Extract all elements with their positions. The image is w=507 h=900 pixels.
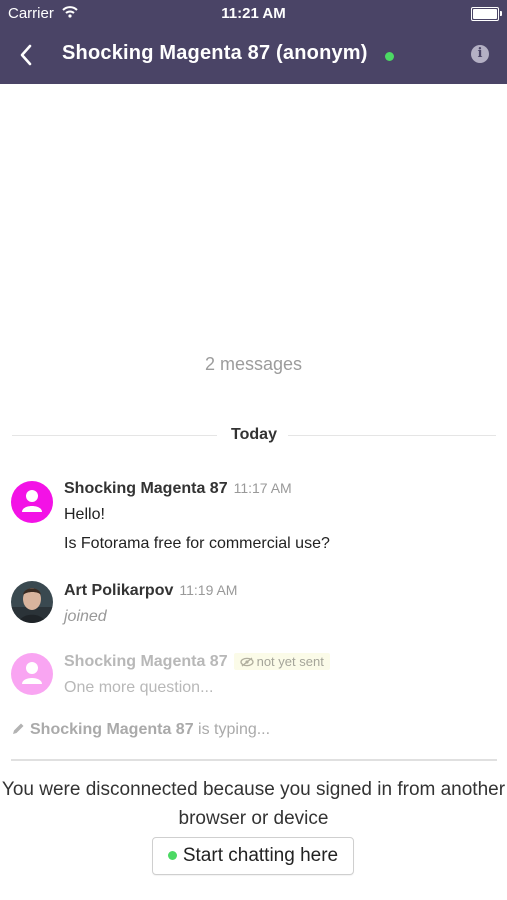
message-author-name: Art Polikarpov: [64, 582, 174, 599]
eye-slash-icon: [239, 657, 254, 667]
user-photo-icon: [11, 581, 53, 623]
online-dot-icon: [167, 851, 177, 860]
online-status-dot: [385, 52, 394, 61]
status-bar: Carrier 11:21 AM: [0, 0, 507, 28]
message-author: Shocking Magenta 87 not yet sent: [64, 653, 330, 671]
message-text: joined: [64, 608, 107, 625]
messages-count: 2 messages: [204, 354, 303, 374]
message-text: Is Fotorama free for commercial use?: [64, 535, 330, 552]
pending-badge: not yet sent: [233, 653, 330, 670]
footer-divider: [11, 759, 497, 761]
typing-indicator: Shocking Magenta 87 is typing...: [12, 721, 270, 739]
user-icon: [22, 662, 42, 684]
status-time: 11:21 AM: [221, 5, 286, 22]
avatar: [11, 653, 53, 695]
start-chatting-label: Start chatting here: [182, 845, 339, 866]
avatar: [11, 581, 53, 623]
back-button[interactable]: [14, 42, 38, 68]
message-text: One more question...: [64, 679, 214, 696]
info-icon: i: [477, 46, 483, 61]
message-author-name: Shocking Magenta 87: [64, 653, 228, 670]
message-time: 11:19 AM: [179, 582, 238, 598]
disconnect-text: You were disconnected because you signed…: [1, 779, 506, 829]
message-time: 11:17 AM: [233, 480, 292, 496]
nav-bar: Shocking Magenta 87 (anonym) i: [0, 28, 507, 84]
app-header: Carrier 11:21 AM Shocking Magenta 87 (an…: [0, 0, 507, 84]
typing-suffix: is typing...: [193, 721, 271, 738]
day-divider: Today: [12, 424, 496, 446]
page-title: Shocking Magenta 87 (anonym): [62, 42, 368, 64]
info-button[interactable]: i: [471, 45, 489, 63]
user-icon: [22, 490, 42, 512]
pending-status: not yet sent: [256, 654, 324, 669]
message-author: Art Polikarpov 11:19 AM: [64, 582, 237, 600]
battery-icon: [471, 7, 502, 21]
message-author: Shocking Magenta 87 11:17 AM: [64, 480, 292, 498]
avatar: [11, 481, 53, 523]
start-chatting-button[interactable]: Start chatting here: [152, 837, 354, 875]
message-author-name: Shocking Magenta 87: [64, 480, 228, 497]
pencil-icon: [13, 723, 24, 734]
day-label: Today: [222, 426, 286, 443]
typing-author: Shocking Magenta 87: [30, 721, 194, 738]
message-text: Hello!: [64, 506, 105, 523]
disconnect-notice: You were disconnected because you signed…: [0, 775, 507, 833]
